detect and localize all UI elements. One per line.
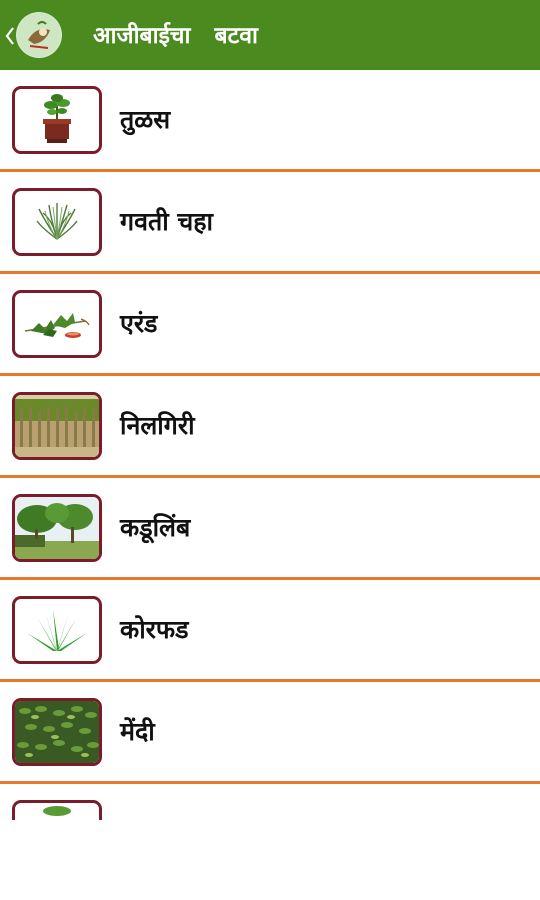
neem-tree-image	[12, 494, 102, 562]
plant-name: निलगिरी	[120, 411, 195, 440]
list-item[interactable]: कडूलिंब	[0, 478, 540, 580]
app-bar: आजीबाईचा बटवा	[0, 0, 540, 70]
eucalyptus-trees-image	[12, 392, 102, 460]
list-item[interactable]	[0, 784, 540, 820]
tulsi-plant-image	[12, 86, 102, 154]
castor-leaves-image	[12, 290, 102, 358]
bottom-area	[0, 820, 540, 900]
list-item[interactable]: निलगिरी	[0, 376, 540, 478]
henna-leaves-image	[12, 698, 102, 766]
plant-name: कोरफड	[120, 615, 189, 644]
list-item[interactable]: तुळस	[0, 70, 540, 172]
lemongrass-image	[12, 188, 102, 256]
plant-name: एरंड	[120, 309, 158, 338]
app-title: आजीबाईचा बटवा	[93, 23, 258, 49]
aloe-vera-image	[12, 596, 102, 664]
plant-list[interactable]: तुळस गवती चहा एरंड निलगिरी कडूलिंब कोरफड…	[0, 70, 540, 820]
list-item[interactable]: एरंड	[0, 274, 540, 376]
list-item[interactable]: मेंदी	[0, 682, 540, 784]
app-logo-icon[interactable]	[16, 12, 62, 58]
plant-name: मेंदी	[120, 717, 155, 746]
plant-name: गवती चहा	[120, 207, 214, 236]
list-item[interactable]: कोरफड	[0, 580, 540, 682]
list-item[interactable]: गवती चहा	[0, 172, 540, 274]
plant-name: तुळस	[120, 105, 171, 134]
plant-image	[12, 800, 102, 820]
chevron-left-icon[interactable]	[3, 24, 17, 48]
plant-name: कडूलिंब	[120, 513, 191, 542]
